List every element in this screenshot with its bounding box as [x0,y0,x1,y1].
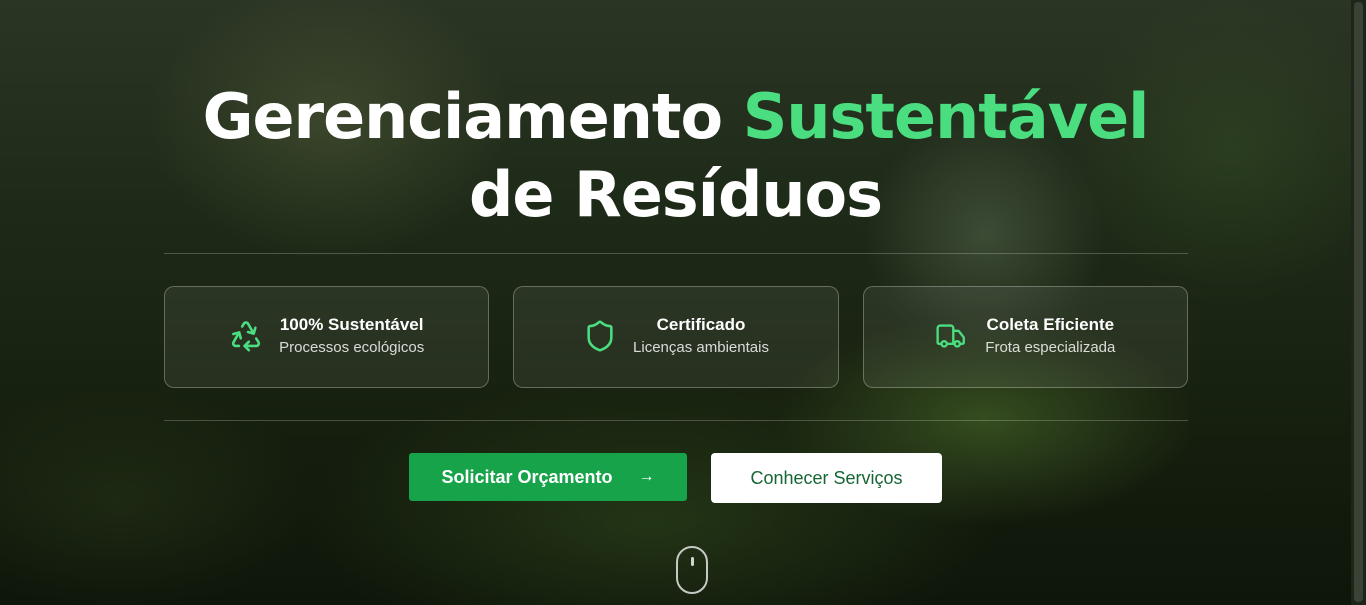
features-row: 100% Sustentável Processos ecológicos Ce… [164,286,1188,388]
feature-title: Coleta Eficiente [986,315,1115,334]
hero-title: Gerenciamento Sustentável de Resíduos [0,78,1351,234]
feature-text: Certificado Licenças ambientais [633,313,769,359]
feature-title: Certificado [656,315,746,334]
feature-card-sustainable: 100% Sustentável Processos ecológicos [164,286,490,388]
shield-icon [583,319,617,353]
feature-text: Coleta Eficiente Frota especializada [985,313,1115,359]
view-services-label: Conhecer Serviços [750,467,903,488]
feature-card-certified: Certificado Licenças ambientais [513,286,839,388]
request-quote-button[interactable]: Solicitar Orçamento → [409,453,687,501]
feature-title: 100% Sustentável [279,315,424,334]
feature-text: 100% Sustentável Processos ecológicos [279,313,424,359]
request-quote-label: Solicitar Orçamento [441,466,613,487]
arrow-right-icon: → [638,468,655,485]
hero-title-part1: Gerenciamento [202,80,743,153]
view-services-button[interactable]: Conhecer Serviços [711,453,942,503]
scroll-down-mouse-icon[interactable] [676,546,708,594]
feature-subtitle: Frota especializada [985,339,1116,356]
scrollbar-thumb[interactable] [1354,2,1363,602]
feature-card-collection: Coleta Eficiente Frota especializada [862,286,1188,388]
hero-title-accent: Sustentável [742,80,1150,153]
hero-actions: Solicitar Orçamento → Conhecer Serviços [0,453,1351,503]
bottom-divider [164,420,1188,421]
mouse-wheel-indicator [691,557,694,566]
truck-icon [935,319,969,353]
feature-subtitle: Licenças ambientais [633,339,769,356]
feature-subtitle: Processos ecológicos [279,339,425,356]
page-scrollbar[interactable] [1351,0,1366,605]
top-divider [164,253,1188,254]
hero-title-part2: de Resíduos [469,158,883,231]
recycle-icon [229,319,263,353]
